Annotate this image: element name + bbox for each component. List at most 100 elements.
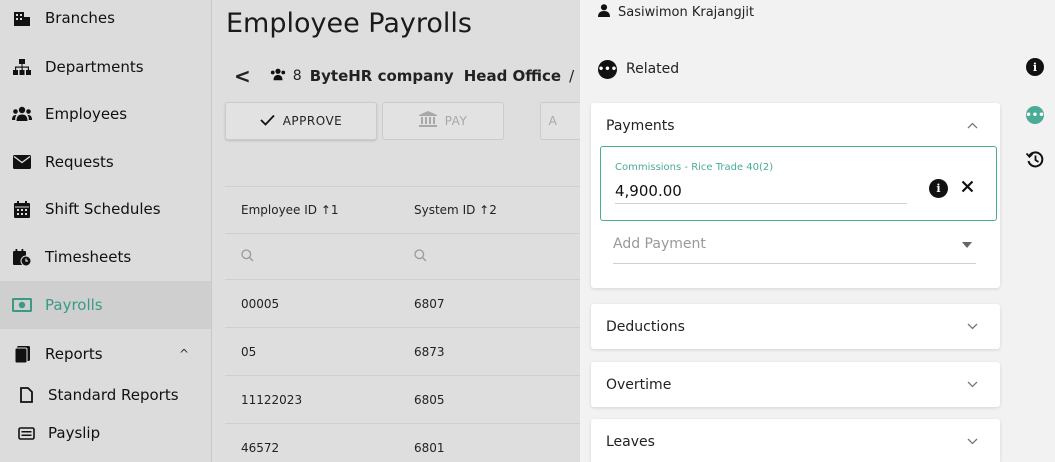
overtime-title: Overtime xyxy=(606,376,672,393)
payments-title: Payments xyxy=(606,117,675,134)
sidebar-item-label: Employees xyxy=(45,105,128,123)
add-payment-placeholder: Add Payment xyxy=(613,236,706,252)
table-header-row: Employee ID ↑1 System ID ↑2 xyxy=(225,186,580,234)
check-icon xyxy=(260,112,275,130)
info-icon[interactable]: i xyxy=(1026,58,1044,76)
payments-header[interactable]: Payments xyxy=(591,103,1000,148)
related-header: ••• Related xyxy=(580,44,1013,94)
payment-item[interactable]: Commissions - Rice Trade 40(2) 4,900.00 … xyxy=(600,146,997,221)
envelope-icon xyxy=(12,155,32,169)
table-row[interactable]: 46572 6801 xyxy=(225,424,580,462)
sidebar-item-payslip[interactable]: Payslip xyxy=(0,409,211,457)
file-icon xyxy=(12,345,32,363)
clock-icon xyxy=(12,248,32,266)
document-icon xyxy=(16,387,36,403)
leaves-card[interactable]: Leaves xyxy=(591,419,1000,462)
breadcrumb-office[interactable]: Head Office xyxy=(464,67,561,85)
chevron-down-icon xyxy=(967,378,978,391)
overtime-card[interactable]: Overtime xyxy=(591,362,1000,407)
toolbar-button[interactable]: A xyxy=(540,102,580,140)
chevron-down-icon xyxy=(967,435,978,448)
sidebar: Branches Departments Employees Requests … xyxy=(0,0,212,462)
approve-button[interactable]: APPROVE xyxy=(225,102,377,140)
money-icon xyxy=(12,298,32,312)
id-card-icon xyxy=(16,426,36,440)
leaves-header[interactable]: Leaves xyxy=(591,419,1000,462)
related-icon[interactable]: ••• xyxy=(1025,106,1045,124)
filter-system-id[interactable] xyxy=(398,247,580,266)
sidebar-item-label: Standard Reports xyxy=(48,386,179,404)
sidebar-item-employees[interactable]: Employees xyxy=(0,90,211,138)
main-content: Employee Payrolls < 8 ByteHR company Hea… xyxy=(212,0,580,462)
panel-user: Sasiwimon Krajangjit xyxy=(598,4,754,21)
sidebar-item-branches[interactable]: Branches xyxy=(0,0,211,42)
filter-employee-id[interactable] xyxy=(225,247,398,266)
pay-button[interactable]: PAY xyxy=(382,102,504,140)
bank-icon xyxy=(418,111,437,131)
cell-employee-id: 00005 xyxy=(241,296,280,311)
sidebar-item-label: Timesheets xyxy=(45,248,132,266)
cell-employee-id: 05 xyxy=(241,344,257,359)
related-label: Related xyxy=(626,61,680,77)
sidebar-item-payrolls[interactable]: Payrolls xyxy=(0,281,211,329)
sidebar-item-requests[interactable]: Requests xyxy=(0,138,211,186)
chevron-up-icon[interactable]: ^ xyxy=(179,347,189,361)
chevron-down-icon xyxy=(967,320,978,333)
payments-card: Payments Commissions - Rice Trade 40(2) … xyxy=(591,103,1000,288)
breadcrumb-company[interactable]: ByteHR company xyxy=(310,67,454,85)
sidebar-item-label: Payrolls xyxy=(45,296,103,314)
deductions-card[interactable]: Deductions xyxy=(591,304,1000,349)
deductions-title: Deductions xyxy=(606,318,685,335)
employee-count: 8 xyxy=(292,68,302,84)
search-icon xyxy=(414,249,427,262)
breadcrumb-separator: / xyxy=(569,67,575,85)
sitemap-icon xyxy=(12,59,32,75)
payment-amount-input[interactable]: 4,900.00 xyxy=(615,182,907,204)
breadcrumb: < 8 ByteHR company Head Office / xyxy=(234,64,574,88)
calendar-icon xyxy=(12,200,32,218)
toolbar-button-label: A xyxy=(548,114,558,128)
cell-employee-id: 46572 xyxy=(241,440,280,455)
user-icon xyxy=(598,4,610,21)
column-header-employee-id[interactable]: Employee ID ↑1 xyxy=(225,203,398,217)
table-row[interactable]: 11122023 6805 xyxy=(225,376,580,424)
sidebar-item-label: Reports xyxy=(45,345,103,363)
side-rail: i ••• xyxy=(1013,0,1055,462)
more-icon: ••• xyxy=(598,59,617,79)
column-header-system-id[interactable]: System ID ↑2 xyxy=(398,203,580,217)
building-icon xyxy=(12,10,32,26)
sidebar-item-departments[interactable]: Departments xyxy=(0,43,211,91)
pay-label: PAY xyxy=(444,114,468,128)
table-row[interactable]: 05 6873 xyxy=(225,328,580,376)
cell-system-id: 6801 xyxy=(414,440,445,455)
table-row[interactable]: 00005 6807 xyxy=(225,280,580,328)
page-title: Employee Payrolls xyxy=(226,8,472,39)
sidebar-item-label: Branches xyxy=(45,9,115,27)
payment-field-label: Commissions - Rice Trade 40(2) xyxy=(615,162,774,173)
sidebar-item-timesheets[interactable]: Timesheets xyxy=(0,233,211,281)
caret-down-icon xyxy=(962,240,972,251)
approve-label: APPROVE xyxy=(282,114,343,128)
payroll-table: Employee ID ↑1 System ID ↑2 00005 6807 0… xyxy=(225,186,580,462)
chevron-up-icon xyxy=(967,119,978,132)
user-name: Sasiwimon Krajangjit xyxy=(618,5,755,20)
back-button[interactable]: < xyxy=(234,64,251,88)
sidebar-item-label: Requests xyxy=(45,153,114,171)
leaves-title: Leaves xyxy=(606,433,655,450)
users-icon xyxy=(269,67,287,85)
add-payment-select[interactable]: Add Payment xyxy=(613,236,976,264)
history-icon[interactable] xyxy=(1026,150,1044,168)
sidebar-item-label: Shift Schedules xyxy=(45,200,161,218)
deductions-header[interactable]: Deductions xyxy=(591,304,1000,349)
search-icon xyxy=(241,249,254,262)
sidebar-item-shift-schedules[interactable]: Shift Schedules xyxy=(0,185,211,233)
users-icon xyxy=(12,106,32,122)
sidebar-item-label: Payslip xyxy=(48,424,101,442)
close-icon[interactable] xyxy=(961,176,974,198)
overtime-header[interactable]: Overtime xyxy=(591,362,1000,407)
detail-panel: Sasiwimon Krajangjit ••• Related Payment… xyxy=(580,0,1013,462)
cell-system-id: 6805 xyxy=(414,392,445,407)
info-icon[interactable]: i xyxy=(929,179,948,198)
table-filter-row xyxy=(225,234,580,280)
cell-system-id: 6873 xyxy=(414,344,445,359)
